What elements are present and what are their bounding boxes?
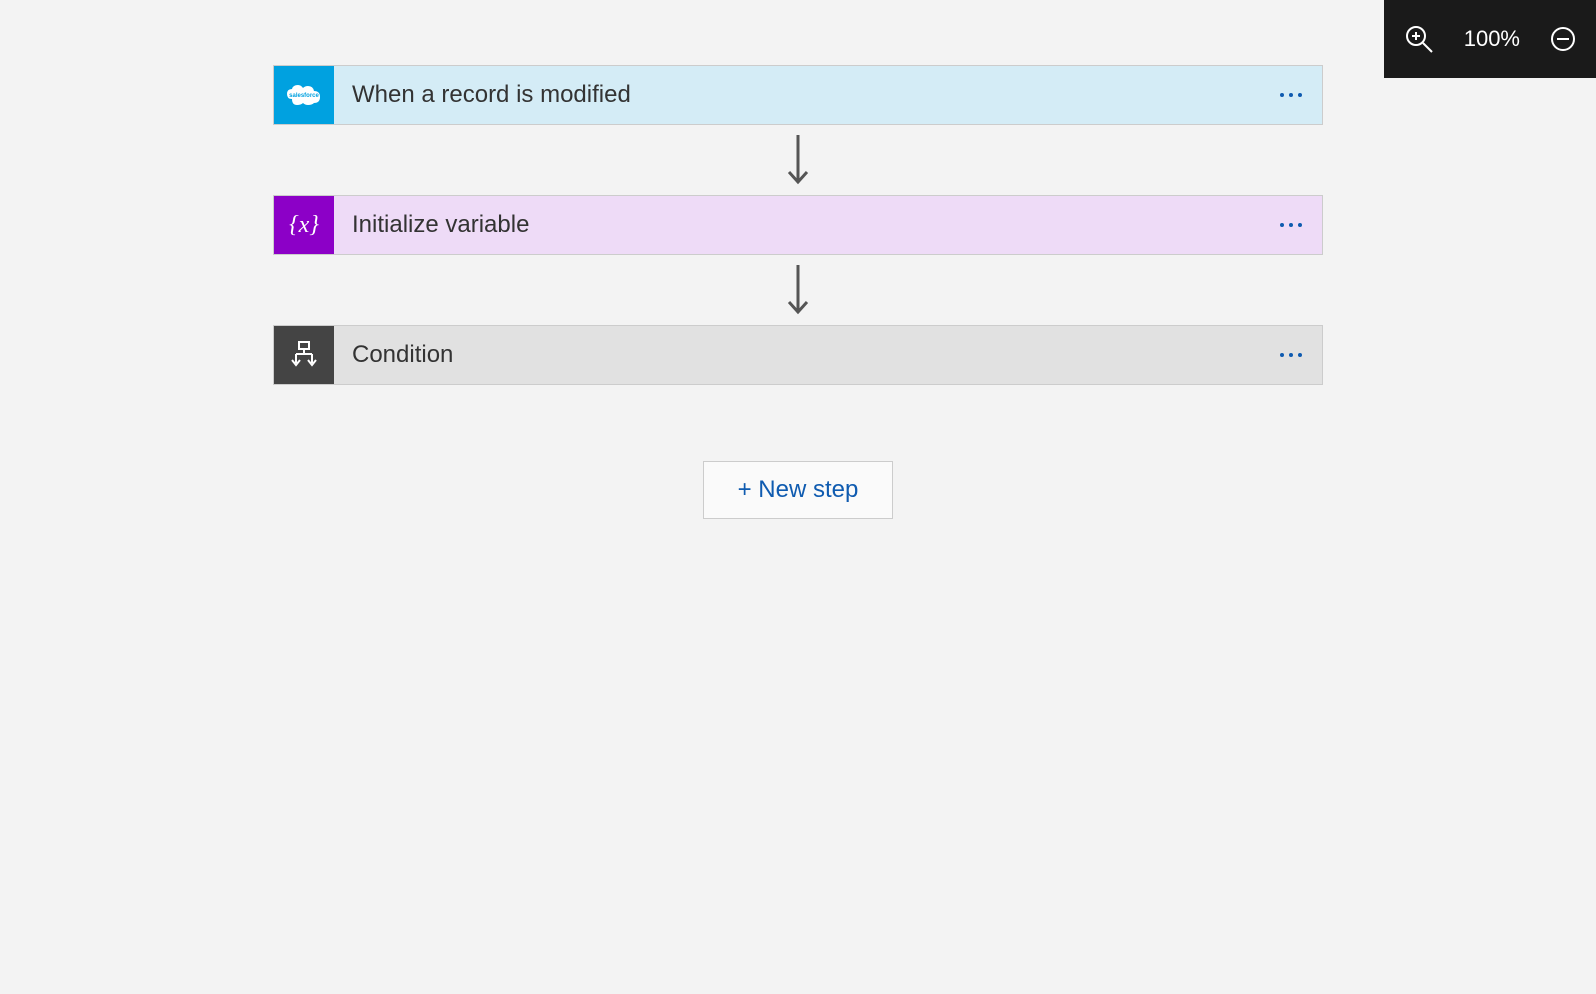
variable-icon: {x} xyxy=(274,196,334,254)
condition-icon xyxy=(274,326,334,384)
flow-arrow xyxy=(783,125,813,195)
step-menu-button[interactable] xyxy=(1260,93,1322,97)
step-title: Initialize variable xyxy=(334,211,1260,239)
step-title: When a record is modified xyxy=(334,81,1260,109)
flow-designer: salesforce When a record is modified {x}… xyxy=(273,0,1323,519)
new-step-button[interactable]: + New step xyxy=(703,461,894,519)
condition-step[interactable]: Condition xyxy=(273,325,1323,385)
trigger-step[interactable]: salesforce When a record is modified xyxy=(273,65,1323,125)
step-title: Condition xyxy=(334,341,1260,369)
step-menu-button[interactable] xyxy=(1260,353,1322,357)
svg-text:salesforce: salesforce xyxy=(289,93,319,99)
zoom-in-icon[interactable] xyxy=(1404,24,1434,54)
zoom-level-label: 100% xyxy=(1464,26,1520,52)
salesforce-icon: salesforce xyxy=(274,66,334,124)
flow-arrow xyxy=(783,255,813,325)
initialize-variable-step[interactable]: {x} Initialize variable xyxy=(273,195,1323,255)
step-menu-button[interactable] xyxy=(1260,223,1322,227)
zoom-toolbar: 100% xyxy=(1384,0,1596,78)
svg-text:{x}: {x} xyxy=(289,212,319,238)
zoom-out-icon[interactable] xyxy=(1550,26,1576,52)
